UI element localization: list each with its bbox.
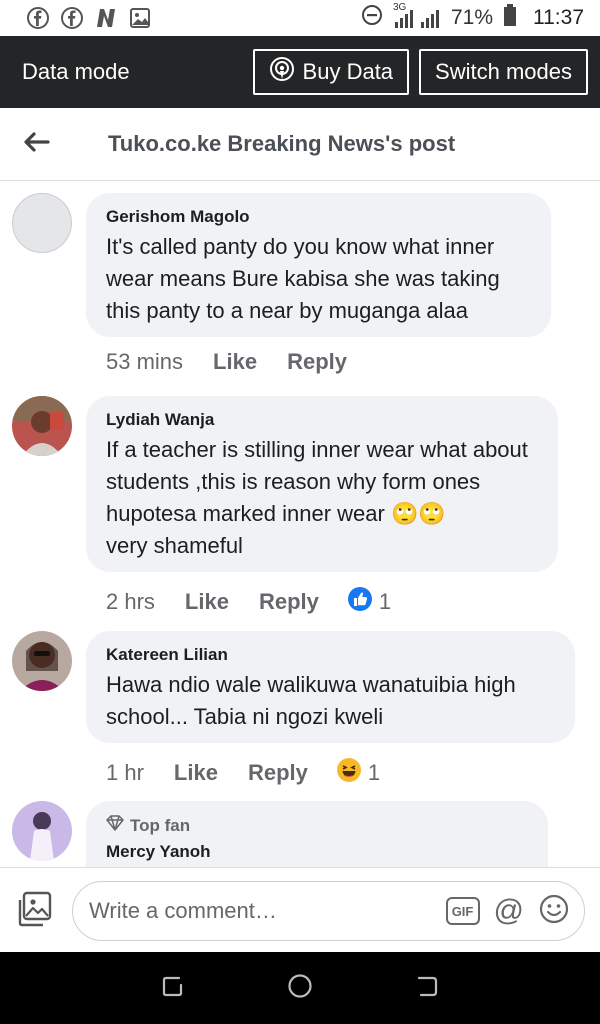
recent-apps-button[interactable] <box>159 972 187 1005</box>
android-nav-bar <box>0 952 600 1024</box>
comment-bubble: Gerishom Magolo It's called panty do you… <box>86 193 551 337</box>
comment-time[interactable]: 53 mins <box>106 349 183 375</box>
comment-placeholder: Write a comment… <box>89 898 277 923</box>
comment-actions: 53 mins Like Reply <box>106 349 347 375</box>
mention-button[interactable]: @ <box>494 896 524 926</box>
battery-percent: 71% <box>450 6 493 29</box>
diamond-icon <box>106 815 124 836</box>
comment-composer: Write a comment… GIF @ <box>0 867 600 952</box>
comment-actions: 2 hrs Like Reply 1 <box>106 586 391 618</box>
eye-roll-emoji: 🙄🙄 <box>390 501 446 526</box>
page-title: Tuko.co.ke Breaking News's post <box>108 131 456 156</box>
data-mode-bar: Data mode Buy Data Switch modes <box>0 36 600 108</box>
gallery-icon <box>128 6 152 30</box>
comment-bubble: Katereen Lilian Hawa ndio wale walikuwa … <box>86 631 575 743</box>
comment-author[interactable]: Gerishom Magolo <box>106 207 531 227</box>
comments-list: Gerishom Magolo It's called panty do you… <box>0 181 600 867</box>
comment-actions: 1 hr Like Reply 1 <box>106 757 380 789</box>
status-bar: 3G 71% 11:37 <box>0 0 600 36</box>
avatar[interactable] <box>12 801 72 861</box>
clock: 11:37 <box>533 6 584 29</box>
dnd-icon <box>361 4 383 32</box>
comment-input[interactable]: Write a comment… GIF @ <box>72 881 585 941</box>
comment-bubble: Lydiah Wanja If a teacher is stilling in… <box>86 396 558 572</box>
reply-button[interactable]: Reply <box>287 349 347 375</box>
reply-button[interactable]: Reply <box>248 760 308 786</box>
avatar[interactable] <box>12 631 72 691</box>
battery-icon <box>503 3 517 33</box>
like-button[interactable]: Like <box>213 349 257 375</box>
broadcast-icon <box>269 56 295 88</box>
comment-author[interactable]: Lydiah Wanja <box>106 410 538 430</box>
facebook-icon <box>60 6 84 30</box>
facebook-icon <box>26 6 50 30</box>
post-header: Tuko.co.ke Breaking News's post <box>0 108 600 181</box>
reaction-count: 1 <box>367 760 381 785</box>
comment-author[interactable]: Katereen Lilian <box>106 645 555 665</box>
photo-icon <box>16 891 54 932</box>
like-button[interactable]: Like <box>185 589 229 615</box>
data-mode-label: Data mode <box>22 59 130 84</box>
photo-button[interactable] <box>16 890 56 930</box>
back-arrow-icon <box>22 130 50 159</box>
reply-button[interactable]: Reply <box>259 589 319 615</box>
like-button[interactable]: Like <box>174 760 218 786</box>
buy-data-button[interactable]: Buy Data <box>252 49 410 95</box>
switch-modes-label: Switch modes <box>435 59 572 84</box>
haha-reaction-icon <box>336 757 362 789</box>
comment-author[interactable]: Mercy Yanoh <box>106 842 528 862</box>
network-signal-icon: 3G <box>393 2 441 30</box>
comment-time[interactable]: 2 hrs <box>106 589 155 615</box>
gif-button[interactable]: GIF <box>445 897 480 925</box>
comment-time[interactable]: 1 hr <box>106 760 144 786</box>
reaction-count: 1 <box>378 589 392 614</box>
like-reaction-icon <box>347 586 373 618</box>
reaction-summary[interactable]: 1 <box>347 586 391 618</box>
comment-text: It's called panty do you know what inner… <box>106 234 500 323</box>
avatar[interactable] <box>12 396 72 456</box>
home-button[interactable] <box>286 972 314 1005</box>
comment-text: Hawa ndio wale walikuwa wanatuibia high … <box>106 672 516 729</box>
back-nav-button[interactable] <box>413 972 441 1005</box>
comment-text: If a teacher is stilling inner wear what… <box>106 437 528 558</box>
avatar[interactable] <box>12 193 72 253</box>
notification-n-icon <box>94 6 118 30</box>
top-fan-badge: Top fan <box>106 815 528 836</box>
comment-bubble: Top fan Mercy Yanoh <box>86 801 548 867</box>
switch-modes-button[interactable]: Switch modes <box>419 49 588 95</box>
buy-data-label: Buy Data <box>302 59 394 84</box>
reaction-summary[interactable]: 1 <box>336 757 380 789</box>
back-button[interactable] <box>1 108 71 181</box>
emoji-button[interactable] <box>538 893 570 930</box>
